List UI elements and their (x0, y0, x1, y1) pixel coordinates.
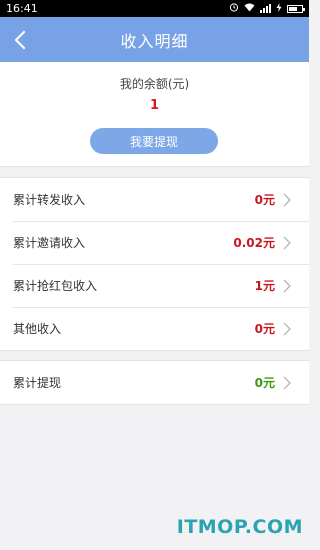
row-label: 累计邀请收入 (13, 236, 86, 250)
row-value: 0元 (254, 193, 275, 207)
row-value: 0元 (254, 376, 275, 390)
chevron-right-icon (283, 279, 297, 293)
header-bar: 收入明细 (0, 17, 309, 62)
balance-card: 我的余额(元) 1 我要提现 (0, 62, 309, 167)
row-value: 1元 (254, 279, 275, 293)
chevron-left-icon (14, 30, 26, 49)
status-icons (229, 2, 305, 15)
chevron-right-icon (283, 236, 297, 250)
income-row-other[interactable]: 其他收入 0元 (0, 307, 309, 350)
page-title: 收入明细 (120, 31, 189, 51)
row-label: 其他收入 (13, 322, 62, 336)
income-list: 累计转发收入 0元 累计邀请收入 0.02元 累计抢红包收入 1元 其他收入 0… (0, 177, 309, 351)
withdraw-list: 累计提现 0元 (0, 360, 309, 405)
income-row-invite[interactable]: 累计邀请收入 0.02元 (0, 221, 309, 264)
row-label: 累计转发收入 (13, 193, 86, 207)
back-button[interactable] (0, 17, 40, 62)
signal-icon (260, 4, 271, 13)
income-row-red-packet[interactable]: 累计抢红包收入 1元 (0, 264, 309, 307)
chevron-right-icon (283, 376, 297, 390)
chevron-right-icon (283, 193, 297, 207)
alarm-icon (229, 2, 239, 15)
row-value: 0.02元 (233, 236, 275, 250)
status-time: 16:41 (6, 2, 38, 15)
watermark-logo: ITMOP.COM (176, 516, 303, 538)
balance-label: 我的余额(元) (119, 77, 190, 91)
withdraw-button[interactable]: 我要提现 (90, 128, 218, 154)
row-label: 累计提现 (13, 376, 62, 390)
balance-value: 1 (149, 98, 160, 113)
income-row-forward[interactable]: 累计转发收入 0元 (0, 178, 309, 221)
charging-icon (276, 2, 282, 15)
battery-icon (287, 4, 305, 13)
row-value: 0元 (254, 322, 275, 336)
wifi-icon (244, 2, 255, 15)
withdraw-total-row[interactable]: 累计提现 0元 (0, 361, 309, 404)
row-label: 累计抢红包收入 (13, 279, 98, 293)
chevron-right-icon (283, 322, 297, 336)
status-bar: 16:41 (0, 0, 309, 17)
